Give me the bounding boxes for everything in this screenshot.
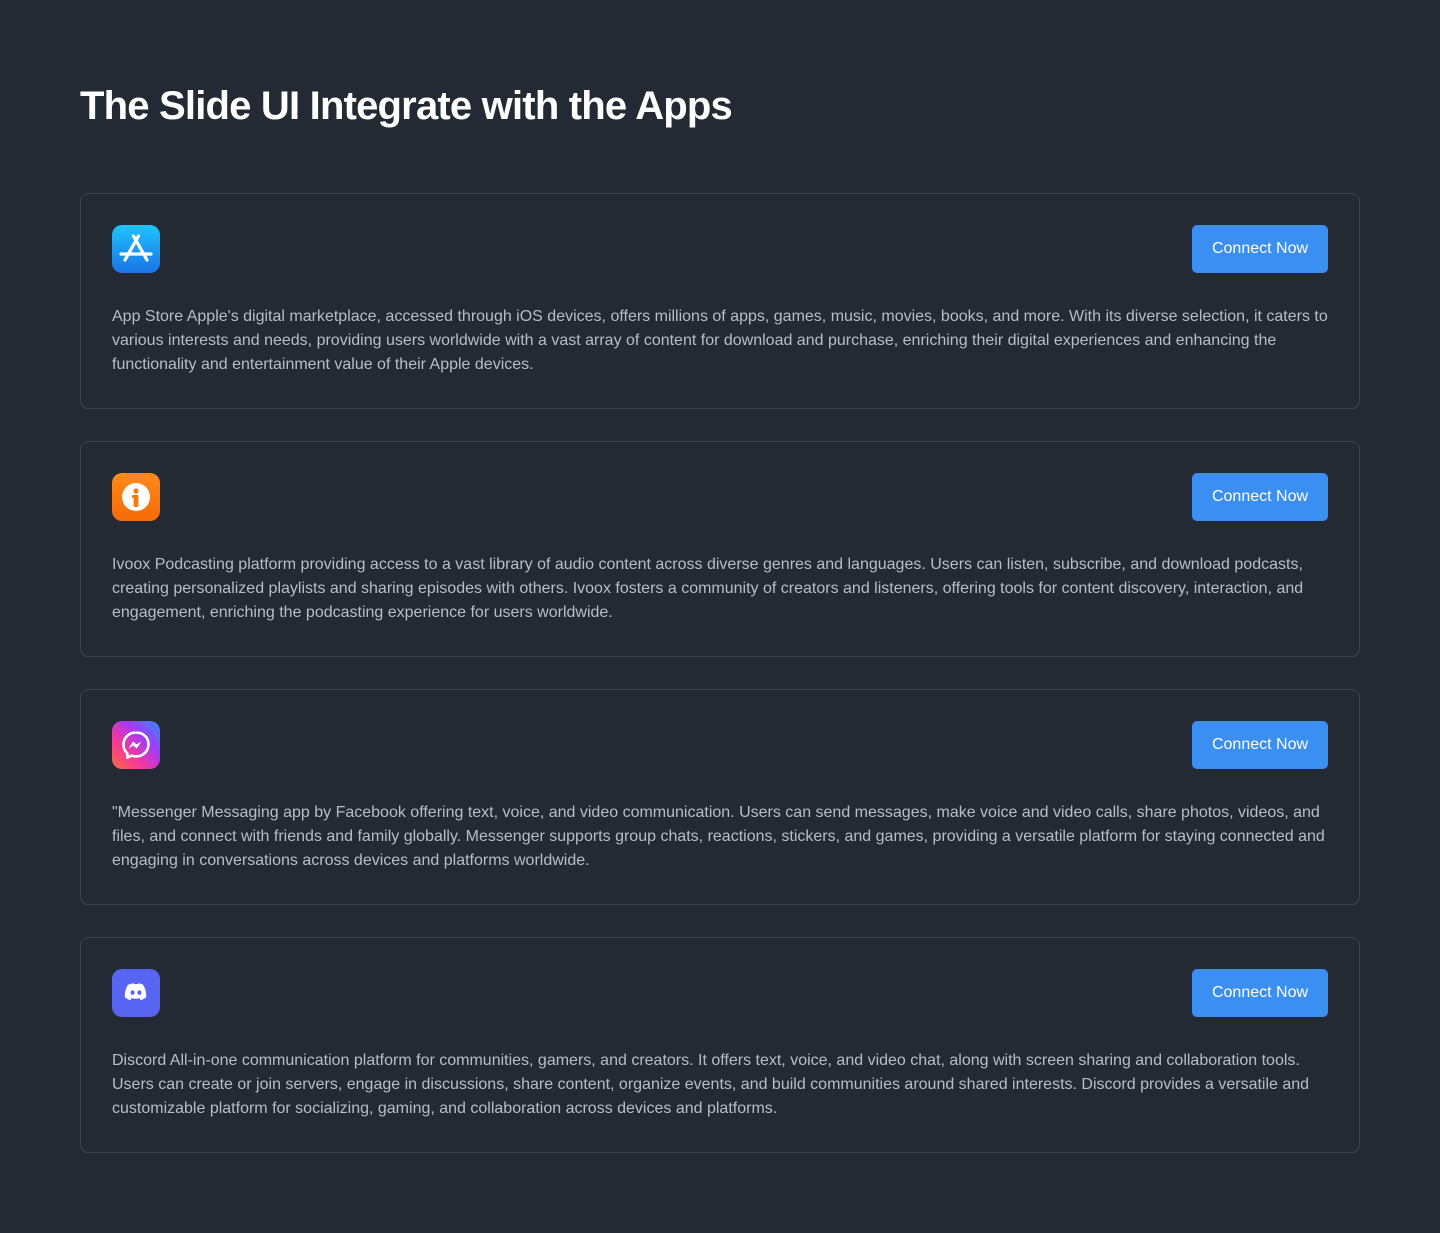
- app-card-list: Connect Now App Store Apple's digital ma…: [80, 193, 1360, 1185]
- discord-description: Discord All-in-one communication platfor…: [112, 1052, 1310, 1117]
- app-card-discord: Connect Now Discord All-in-one communica…: [80, 937, 1360, 1153]
- discord-icon: [112, 969, 160, 1017]
- discord-glyph: [124, 983, 147, 1001]
- connect-button-messenger[interactable]: Connect Now: [1192, 721, 1328, 769]
- connect-button-discord[interactable]: Connect Now: [1192, 969, 1328, 1017]
- messenger-description: "Messenger Messaging app by Facebook off…: [112, 804, 1325, 869]
- ivoox-glyph: [122, 483, 150, 511]
- integrations-page: The Slide UI Integrate with the Apps Con…: [0, 0, 1440, 1233]
- app-card-messenger: Connect Now "Messenger Messaging app by …: [80, 689, 1360, 905]
- ivoox-description: Ivoox Podcasting platform providing acce…: [112, 556, 1304, 621]
- ivoox-icon: [112, 473, 160, 521]
- messenger-icon: [112, 721, 160, 769]
- app-card-ivoox: Connect Now Ivoox Podcasting platform pr…: [80, 441, 1360, 657]
- app-store-icon: [112, 225, 160, 273]
- connect-button-app-store[interactable]: Connect Now: [1192, 225, 1328, 273]
- app-card-app-store: Connect Now App Store Apple's digital ma…: [80, 193, 1360, 409]
- page-title: The Slide UI Integrate with the Apps: [80, 84, 733, 128]
- messenger-glyph: [122, 731, 150, 759]
- app-store-description: App Store Apple's digital marketplace, a…: [112, 308, 1328, 373]
- app-store-glyph: [119, 234, 153, 262]
- connect-button-ivoox[interactable]: Connect Now: [1192, 473, 1328, 521]
